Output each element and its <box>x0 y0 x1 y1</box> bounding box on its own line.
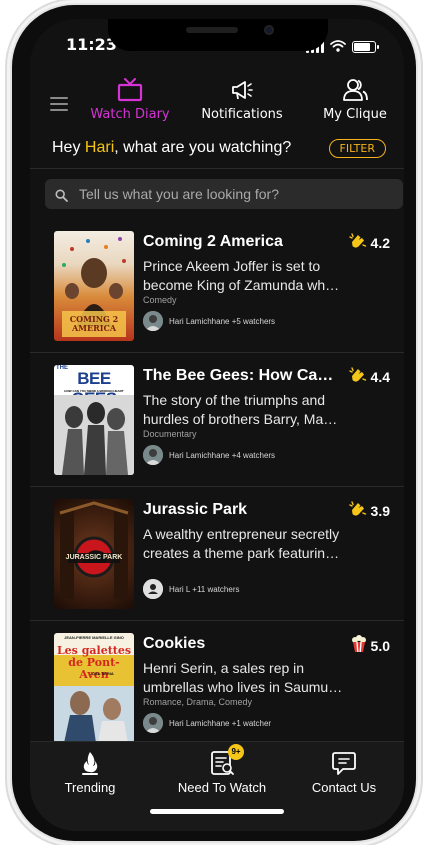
megaphone-icon <box>190 77 294 103</box>
description-line: The story of the triumphs and <box>143 392 326 408</box>
tab-need-to-watch-label: Need To Watch <box>177 780 267 795</box>
home-indicator[interactable] <box>150 809 284 814</box>
description-line: Henri Serin, a sales rep in <box>143 660 305 676</box>
rating-value: 4.4 <box>370 368 390 385</box>
description-line: A wealthy entrepreneur secretly <box>143 526 340 542</box>
popcorn-icon <box>351 635 367 656</box>
user-name: Hari <box>84 139 115 156</box>
wifi-icon <box>330 37 346 56</box>
watchers-text: Hari Lamichhane +1 watcher <box>169 718 272 728</box>
front-camera <box>264 25 274 35</box>
tab-contact-us[interactable]: Contact Us <box>294 750 394 795</box>
genre: Comedy <box>143 295 177 305</box>
feed-item[interactable]: THE BEE GEES HOW CAN YOU MEND A BROKEN H… <box>30 353 404 487</box>
filter-button[interactable]: FILTER <box>328 139 386 158</box>
flame-icon <box>50 750 130 776</box>
tab-need-to-watch[interactable]: 9+ Need To Watch <box>170 744 274 795</box>
rating-value: 3.9 <box>370 502 390 519</box>
movie-title[interactable]: Jurassic Park <box>143 501 339 519</box>
movie-description: Prince Akeem Joffer is set to become Kin… <box>143 257 343 295</box>
avatar <box>143 713 163 733</box>
movie-description: A wealthy entrepreneur secretly creates … <box>143 525 343 563</box>
watchers[interactable]: Hari Lamichhane +4 watchers <box>143 445 275 465</box>
greeting-text: Hey Hari, what are you watching? <box>52 139 291 157</box>
notch <box>108 19 328 51</box>
search-icon <box>55 187 68 206</box>
clapping-hands-icon <box>348 233 367 252</box>
description-line: Prince Akeem Joffer is set to <box>143 258 321 274</box>
poster-coming-2-america[interactable]: COMING 2 AMERICA <box>54 231 134 341</box>
tab-my-clique[interactable]: My Clique <box>310 77 400 122</box>
description-line: become King of Zamunda whe... <box>143 277 343 293</box>
avatar <box>143 445 163 465</box>
tab-notifications-label: Notifications <box>201 107 283 122</box>
poster-title: JURASSIC PARK <box>65 554 123 561</box>
greeting-suffix: , what are you watching? <box>114 139 292 156</box>
movie-title[interactable]: Cookies <box>143 635 339 653</box>
top-nav: Watch Diary Notifications My Clique <box>30 67 404 129</box>
genre: Romance, Drama, Comedy <box>143 697 253 707</box>
movie-title[interactable]: The Bee Gees: How Can... <box>143 367 339 385</box>
greeting-row: Hey Hari, what are you watching? FILTER <box>30 135 404 169</box>
group-icon <box>310 77 400 103</box>
tab-my-clique-label: My Clique <box>323 107 387 122</box>
poster-cookies[interactable]: JEAN-PIERRE MARIELLE GINO Les galettes d… <box>54 633 134 743</box>
speaker <box>186 27 238 33</box>
description-line: hurdles of brothers Barry, Maur... <box>143 411 343 427</box>
watchers[interactable]: Hari Lamichhane +1 watcher <box>143 713 271 733</box>
watchers-text: Hari Lamichhane +4 watchers <box>169 450 276 460</box>
poster-jurassic-park[interactable]: JURASSIC PARK <box>54 499 134 609</box>
clapping-hands-icon <box>348 501 367 520</box>
poster-title: COMING 2 AMERICA <box>69 314 119 333</box>
feed-item[interactable]: COMING 2 AMERICA Coming 2 America 4.2 Pr… <box>30 219 404 353</box>
avatar <box>143 311 163 331</box>
battery-icon <box>352 40 379 53</box>
tab-contact-us-label: Contact Us <box>311 780 377 795</box>
avatar <box>143 579 163 599</box>
bottom-nav: Trending 9+ Need To Watch Contact Us <box>30 741 404 831</box>
poster-bee-gees[interactable]: THE BEE GEES HOW CAN YOU MEND A BROKEN H… <box>54 365 134 475</box>
feed-item[interactable]: JURASSIC PARK Jurassic Park 3.9 A wealth… <box>30 487 404 621</box>
description-line: umbrellas who lives in Saumur,... <box>143 679 343 695</box>
clapping-hands-icon <box>348 367 367 386</box>
tv-icon <box>84 77 176 103</box>
app-screen: 11:23 Watch Diary Notifications My Cliqu… <box>30 19 404 831</box>
watchers[interactable]: Hari Lamichhane +5 watchers <box>143 311 275 331</box>
hamburger-icon[interactable] <box>50 97 68 115</box>
rating: 4.4 <box>348 367 390 386</box>
watchers-text: Hari L +11 watchers <box>169 584 240 594</box>
watchers-text: Hari Lamichhane +5 watchers <box>169 316 276 326</box>
rating: 4.2 <box>348 233 390 252</box>
tab-watch-diary-label: Watch Diary <box>90 107 170 122</box>
tab-watch-diary[interactable]: Watch Diary <box>84 77 176 122</box>
rating: 3.9 <box>348 501 390 520</box>
feed-item[interactable]: JEAN-PIERRE MARIELLE GINO Les galettes d… <box>30 621 404 755</box>
greeting-prefix: Hey <box>52 139 85 156</box>
tab-trending-label: Trending <box>64 780 116 795</box>
tab-trending[interactable]: Trending <box>50 750 130 795</box>
movie-description: The story of the triumphs and hurdles of… <box>143 391 343 429</box>
description-line: creates a theme park featuring... <box>143 545 343 561</box>
notification-badge: 9+ <box>228 744 244 760</box>
search-bar[interactable] <box>45 179 403 209</box>
chat-icon <box>294 750 394 776</box>
tab-notifications[interactable]: Notifications <box>190 77 294 122</box>
rating-value: 5.0 <box>370 637 390 654</box>
rating: 5.0 <box>351 635 390 656</box>
genre: Documentary <box>143 429 197 439</box>
search-input[interactable] <box>79 179 389 209</box>
watchlist-icon: 9+ <box>170 744 274 776</box>
movie-description: Henri Serin, a sales rep in umbrellas wh… <box>143 659 343 697</box>
watchers[interactable]: Hari L +11 watchers <box>143 579 239 599</box>
rating-value: 4.2 <box>370 234 390 251</box>
phone-frame: 11:23 Watch Diary Notifications My Cliqu… <box>12 5 416 841</box>
movie-title[interactable]: Coming 2 America <box>143 233 339 251</box>
